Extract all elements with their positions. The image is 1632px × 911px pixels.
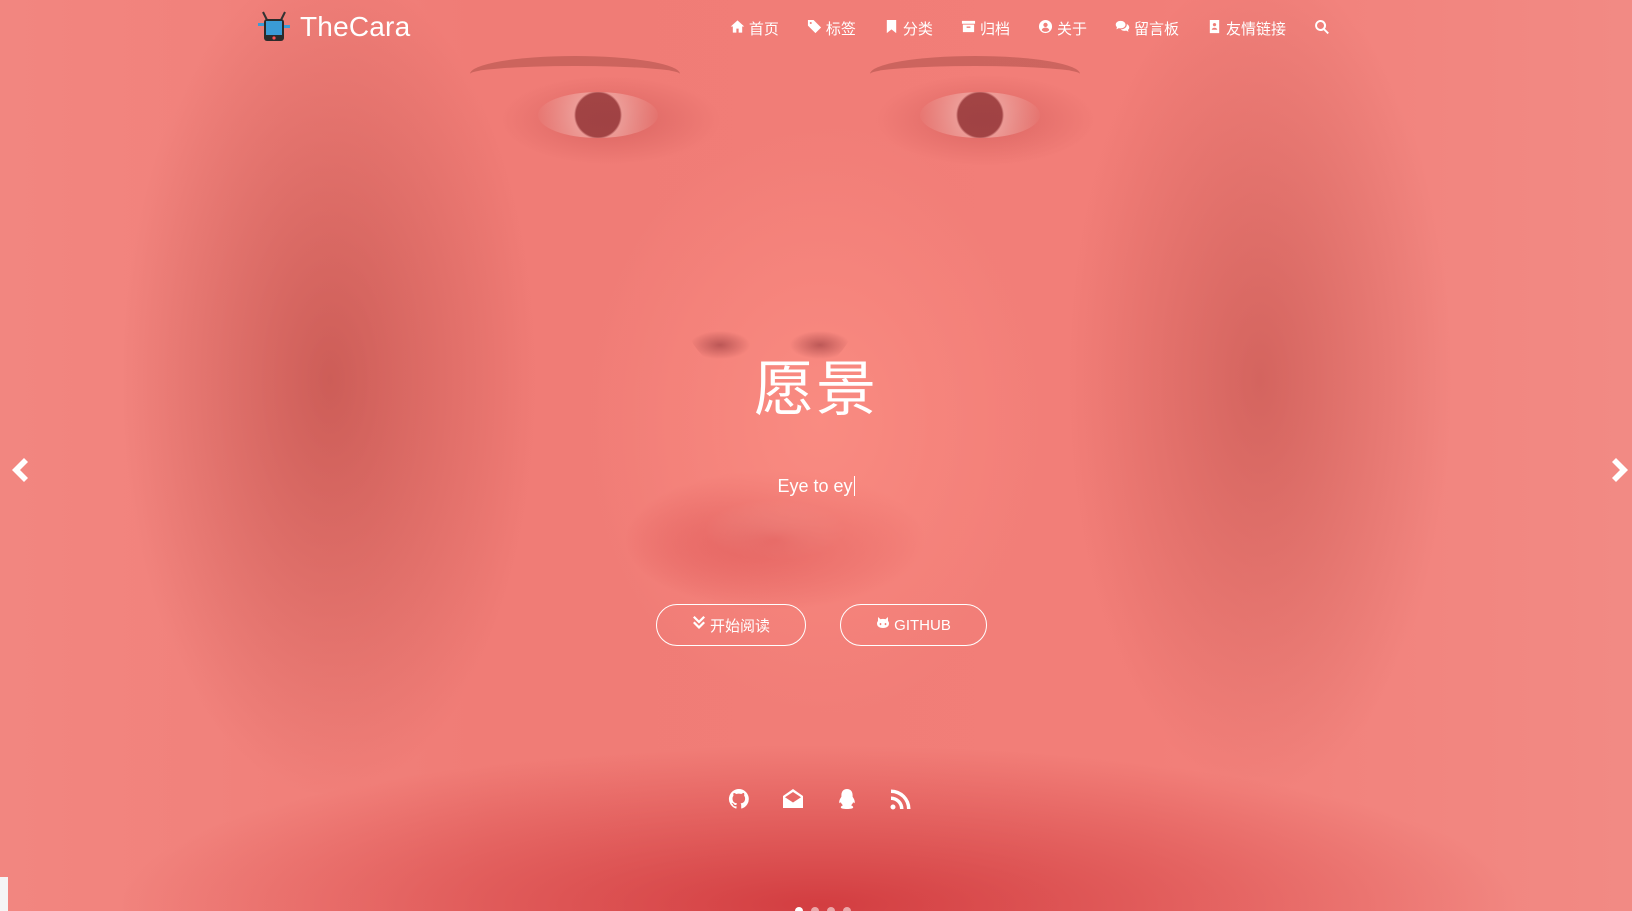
nav-item-guestbook[interactable]: 留言板 — [1115, 18, 1179, 39]
nav-item-friend-links[interactable]: 友情链接 — [1207, 18, 1286, 39]
page: TheCara 首页 标签 分类 归档 关于 留言板 友情链接 愿景 Eye t… — [0, 0, 1632, 911]
nav-item-label: 留言板 — [1133, 21, 1179, 38]
search-button[interactable] — [1314, 19, 1330, 39]
double-chevron-down-icon — [692, 616, 706, 634]
home-icon — [730, 19, 745, 38]
navbar: TheCara 首页 标签 分类 归档 关于 留言板 友情链接 — [0, 0, 1632, 58]
hero-background-image — [0, 0, 1632, 911]
bookmark-icon — [884, 19, 899, 38]
nav-item-label: 首页 — [748, 21, 779, 38]
social-github-link[interactable] — [728, 788, 750, 810]
hero-title: 愿景 — [754, 356, 878, 423]
nav-menu: 首页 标签 分类 归档 关于 留言板 友情链接 — [730, 18, 1330, 39]
archive-icon — [961, 19, 976, 38]
rss-icon — [890, 789, 912, 814]
social-rss-link[interactable] — [890, 788, 912, 810]
brand-link[interactable]: TheCara — [258, 10, 410, 44]
typed-text: Eye to ey — [777, 476, 853, 496]
tags-icon — [807, 19, 822, 38]
brow-left — [470, 56, 680, 92]
user-circle-icon — [1038, 19, 1053, 38]
nav-item-label: 关于 — [1056, 21, 1087, 38]
scroll-handle[interactable] — [0, 877, 8, 911]
qq-icon — [836, 789, 858, 814]
brand-title: TheCara — [300, 11, 411, 42]
eye-right — [920, 92, 1040, 138]
nav-item-home[interactable]: 首页 — [730, 18, 779, 39]
github-icon — [728, 788, 750, 814]
carousel-indicator[interactable] — [811, 907, 819, 911]
start-reading-button[interactable]: 开始阅读 — [656, 604, 806, 646]
github-button-label: GITHUB — [894, 616, 951, 634]
comments-icon — [1115, 19, 1130, 38]
mail-open-icon — [782, 789, 804, 814]
nav-item-archive[interactable]: 归档 — [961, 18, 1010, 39]
brow-right — [870, 56, 1080, 92]
tv-robot-icon — [258, 10, 290, 44]
typing-cursor — [853, 476, 855, 496]
carousel-indicator[interactable] — [795, 907, 803, 911]
nav-item-label: 友情链接 — [1225, 21, 1286, 38]
social-qq-link[interactable] — [836, 788, 858, 810]
carousel-indicator[interactable] — [827, 907, 835, 911]
hero-buttons: 开始阅读 GITHUB — [656, 604, 987, 646]
github-button[interactable]: GITHUB — [840, 604, 987, 646]
address-book-icon — [1207, 19, 1222, 38]
nav-item-categories[interactable]: 分类 — [884, 18, 933, 39]
social-links — [728, 788, 912, 810]
start-reading-label: 开始阅读 — [709, 617, 770, 635]
nav-item-label: 归档 — [979, 21, 1010, 38]
eye-left — [538, 92, 658, 138]
nav-item-label: 标签 — [825, 21, 856, 38]
search-icon — [1314, 19, 1330, 39]
hero-subtitle: Eye to ey — [0, 476, 1632, 497]
carousel-indicator[interactable] — [843, 907, 851, 911]
social-email-link[interactable] — [782, 788, 804, 810]
carousel-indicators — [795, 907, 851, 911]
nav-item-label: 分类 — [902, 21, 933, 38]
nav-item-tags[interactable]: 标签 — [807, 18, 856, 39]
github-cat-icon — [876, 616, 890, 634]
nav-item-about[interactable]: 关于 — [1038, 18, 1087, 39]
